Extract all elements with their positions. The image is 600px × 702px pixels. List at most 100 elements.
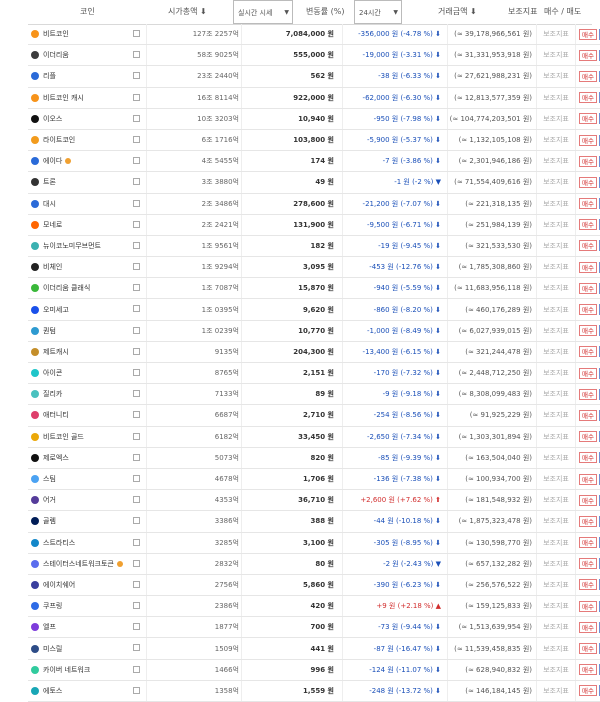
period-select[interactable]: 24시간 ▼: [354, 0, 402, 24]
coin-name[interactable]: 어거: [43, 496, 56, 504]
indicator-cell[interactable]: 보조지표: [537, 299, 576, 320]
coin-cell[interactable]: 제트캐시: [28, 341, 147, 362]
table-row[interactable]: 어거4353억36,710 원+2,600 원 (+7.62 %) ⬆(≈ 18…: [28, 490, 600, 511]
chart-icon[interactable]: [133, 581, 140, 588]
buy-button[interactable]: 매수: [579, 283, 597, 294]
table-row[interactable]: 미스릴1509억441 원-87 원 (-16.47 %) ⬇(≈ 11,539…: [28, 638, 600, 659]
chart-icon[interactable]: [133, 411, 140, 418]
table-row[interactable]: 제로엑스5073억820 원-85 원 (-9.39 %) ⬇(≈ 163,50…: [28, 447, 600, 468]
buy-button[interactable]: 매수: [579, 325, 597, 336]
coin-name[interactable]: 질리카: [43, 390, 62, 398]
chart-icon[interactable]: [133, 200, 140, 207]
table-row[interactable]: 라이트코인6조 1716억103,800 원-5,900 원 (-5.37 %)…: [28, 129, 600, 150]
chart-icon[interactable]: [133, 369, 140, 376]
chart-icon[interactable]: [133, 284, 140, 291]
coin-cell[interactable]: 비트코인 캐시: [28, 87, 147, 108]
coin-name[interactable]: 카이버 네트워크: [43, 666, 90, 674]
buy-button[interactable]: 매수: [579, 622, 597, 633]
table-row[interactable]: 엘프1877억700 원-73 원 (-9.44 %) ⬇(≈ 1,513,63…: [28, 617, 600, 638]
coin-name[interactable]: 비체인: [43, 263, 62, 271]
table-row[interactable]: 카이버 네트워크1466억996 원-124 원 (-11.07 %) ⬇(≈ …: [28, 659, 600, 680]
buy-button[interactable]: 매수: [579, 262, 597, 273]
buy-button[interactable]: 매수: [579, 156, 597, 167]
indicator-cell[interactable]: 보조지표: [537, 659, 576, 680]
indicator-cell[interactable]: 보조지표: [537, 45, 576, 66]
table-row[interactable]: 모네로2조 2421억131,900 원-9,500 원 (-6.71 %) ⬇…: [28, 214, 600, 235]
indicator-cell[interactable]: 보조지표: [537, 172, 576, 193]
coin-cell[interactable]: 이더리움: [28, 45, 147, 66]
table-row[interactable]: 대시2조 3486억278,600 원-21,200 원 (-7.07 %) ⬇…: [28, 193, 600, 214]
indicator-cell[interactable]: 보조지표: [537, 511, 576, 532]
indicator-cell[interactable]: 보조지표: [537, 193, 576, 214]
chart-icon[interactable]: [133, 327, 140, 334]
coin-cell[interactable]: 트론: [28, 172, 147, 193]
indicator-cell[interactable]: 보조지표: [537, 447, 576, 468]
buy-button[interactable]: 매수: [579, 240, 597, 251]
coin-name[interactable]: 스트라티스: [43, 539, 75, 547]
indicator-cell[interactable]: 보조지표: [537, 468, 576, 489]
table-row[interactable]: 뉴이코노미무브먼트1조 9561억182 원-19 원 (-9.45 %) ⬇(…: [28, 235, 600, 256]
indicator-cell[interactable]: 보조지표: [537, 426, 576, 447]
table-row[interactable]: 이더리움 클래식1조 7087억15,870 원-940 원 (-5.59 %)…: [28, 278, 600, 299]
table-row[interactable]: 스트라티스3285억3,100 원-305 원 (-8.95 %) ⬇(≈ 13…: [28, 532, 600, 553]
coin-name[interactable]: 제트캐시: [43, 348, 69, 356]
coin-name[interactable]: 트론: [43, 178, 56, 186]
buy-button[interactable]: 매수: [579, 474, 597, 485]
table-row[interactable]: 이더리움58조 9025억555,000 원-19,000 원 (-3.31 %…: [28, 45, 600, 66]
table-row[interactable]: 스팀4678억1,706 원-136 원 (-7.38 %) ⬇(≈ 100,9…: [28, 468, 600, 489]
buy-button[interactable]: 매수: [579, 304, 597, 315]
indicator-cell[interactable]: 보조지표: [537, 214, 576, 235]
header-volume[interactable]: 거래금액 ⬇: [438, 0, 477, 24]
coin-name[interactable]: 이더리움: [43, 51, 69, 59]
coin-name[interactable]: 에토스: [43, 687, 62, 695]
coin-name[interactable]: 리플: [43, 72, 56, 80]
table-row[interactable]: 비트코인 골드6182억33,450 원-2,650 원 (-7.34 %) ⬇…: [28, 426, 600, 447]
coin-name[interactable]: 오미세고: [43, 306, 69, 314]
chart-icon[interactable]: [133, 454, 140, 461]
buy-button[interactable]: 매수: [579, 410, 597, 421]
coin-name[interactable]: 애터니티: [43, 411, 69, 419]
table-row[interactable]: 에이다4조 5455억174 원-7 원 (-3.86 %) ⬇(≈ 2,301…: [28, 151, 600, 172]
table-row[interactable]: 아이콘8765억2,151 원-170 원 (-7.32 %) ⬇(≈ 2,44…: [28, 363, 600, 384]
chart-icon[interactable]: [133, 623, 140, 630]
coin-name[interactable]: 이오스: [43, 115, 62, 123]
indicator-cell[interactable]: 보조지표: [537, 129, 576, 150]
coin-cell[interactable]: 스트라티스: [28, 532, 147, 553]
coin-name[interactable]: 골렘: [43, 517, 56, 525]
coin-cell[interactable]: 대시: [28, 193, 147, 214]
coin-name[interactable]: 퀀텀: [43, 327, 56, 335]
table-row[interactable]: 오미세고1조 0395억9,620 원-860 원 (-8.20 %) ⬇(≈ …: [28, 299, 600, 320]
table-row[interactable]: 골렘3386억388 원-44 원 (-10.18 %) ⬇(≈ 1,875,3…: [28, 511, 600, 532]
buy-button[interactable]: 매수: [579, 431, 597, 442]
buy-button[interactable]: 매수: [579, 579, 597, 590]
coin-cell[interactable]: 미스릴: [28, 638, 147, 659]
indicator-cell[interactable]: 보조지표: [537, 341, 576, 362]
buy-button[interactable]: 매수: [579, 198, 597, 209]
indicator-cell[interactable]: 보조지표: [537, 108, 576, 129]
buy-button[interactable]: 매수: [579, 346, 597, 357]
chart-icon[interactable]: [133, 687, 140, 694]
coin-cell[interactable]: 비트코인 골드: [28, 426, 147, 447]
indicator-cell[interactable]: 보조지표: [537, 278, 576, 299]
coin-cell[interactable]: 모네로: [28, 214, 147, 235]
indicator-cell[interactable]: 보조지표: [537, 24, 576, 45]
buy-button[interactable]: 매수: [579, 92, 597, 103]
coin-name[interactable]: 모네로: [43, 221, 62, 229]
coin-name[interactable]: 미스릴: [43, 645, 62, 653]
chart-icon[interactable]: [133, 433, 140, 440]
buy-button[interactable]: 매수: [579, 537, 597, 548]
coin-cell[interactable]: 골렘: [28, 511, 147, 532]
buy-button[interactable]: 매수: [579, 452, 597, 463]
table-row[interactable]: 쿠프링2386억420 원+9 원 (+2.18 %) ▲(≈ 159,125,…: [28, 596, 600, 617]
buy-button[interactable]: 매수: [579, 177, 597, 188]
chart-icon[interactable]: [133, 496, 140, 503]
table-row[interactable]: 제트캐시9135억204,300 원-13,400 원 (-6.15 %) ⬇(…: [28, 341, 600, 362]
chart-icon[interactable]: [133, 644, 140, 651]
coin-cell[interactable]: 에이다: [28, 151, 147, 172]
chart-icon[interactable]: [133, 242, 140, 249]
chart-icon[interactable]: [133, 305, 140, 312]
indicator-cell[interactable]: 보조지표: [537, 405, 576, 426]
chart-icon[interactable]: [133, 94, 140, 101]
indicator-cell[interactable]: 보조지표: [537, 87, 576, 108]
chart-icon[interactable]: [133, 539, 140, 546]
